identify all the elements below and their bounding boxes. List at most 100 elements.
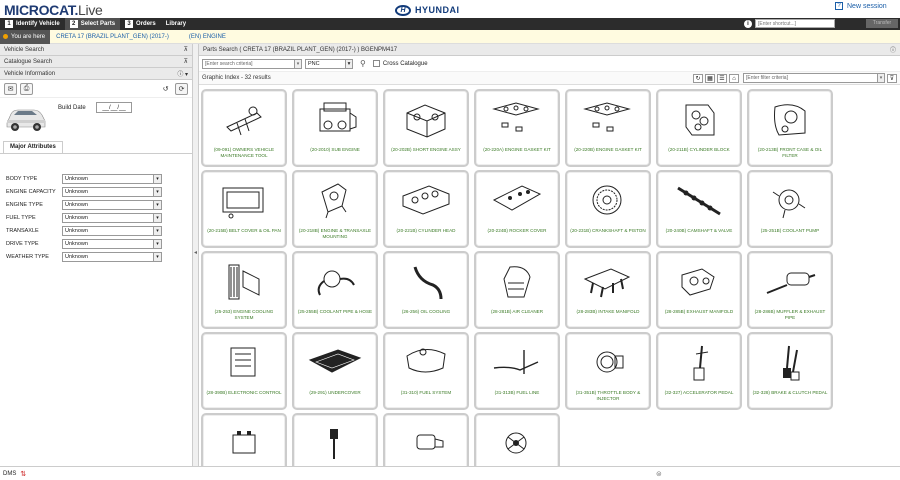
breadcrumb-section[interactable]: (EN) ENGINE bbox=[189, 34, 226, 40]
part-card[interactable]: (28-281B) AIR CLEANER bbox=[474, 251, 560, 329]
help-icon[interactable]: ? bbox=[835, 2, 843, 10]
transfer-button[interactable]: Transfer bbox=[866, 19, 898, 28]
filter-icon[interactable]: ⊽ bbox=[887, 73, 897, 83]
filter-input[interactable]: [Enter filter criteria] ▾ bbox=[743, 73, 885, 83]
part-card[interactable]: (28-390B) ELECTRONIC CONTROL bbox=[201, 332, 287, 410]
breadcrumb-vehicle[interactable]: CRETA 17 (BRAZIL PLANT_GEN) (2017-) bbox=[56, 34, 169, 40]
cylinder-block-icon bbox=[685, 104, 715, 136]
vehicle-toolbar: ✉ ⎙ ↺ ⟳ bbox=[0, 80, 192, 98]
hyundai-logo-icon: H bbox=[395, 4, 411, 16]
part-card[interactable]: (31-310) FUEL SYSTEM bbox=[383, 332, 469, 410]
info-collapse-icon[interactable]: ⓘ ▾ bbox=[177, 69, 188, 78]
part-card[interactable]: (31-351B) THROTTLE BODY & INJECTOR bbox=[565, 332, 651, 410]
collapse-left-icon[interactable]: ◂ bbox=[194, 249, 197, 256]
info-icon[interactable]: ⓘ bbox=[890, 45, 896, 54]
part-card[interactable]: (20-2010) SUB ENGINE bbox=[292, 89, 378, 167]
oil-hose-icon bbox=[413, 266, 443, 300]
part-card-label: (25-253) ENGINE COOLING SYSTEM bbox=[214, 309, 274, 320]
part-card[interactable]: (28-283B) INTAKE MANIFOLD bbox=[565, 251, 651, 329]
part-card[interactable]: (20-218B) ENGINE & TRANSAXLE MOUNTING bbox=[292, 170, 378, 248]
engine-icon bbox=[319, 102, 357, 132]
part-card[interactable]: (26-256) OIL COOLING bbox=[383, 251, 469, 329]
body-type-select[interactable]: Unknown ▾ bbox=[62, 173, 162, 184]
part-card[interactable]: (31-313B) FUEL LINE bbox=[474, 332, 560, 410]
engine-type-select[interactable]: Unknown ▾ bbox=[62, 199, 162, 210]
collapse-icon[interactable]: ⊼ bbox=[184, 46, 188, 53]
part-card[interactable]: (09-091) OWNERS VEHICLE MAINTENANCE TOOL bbox=[201, 89, 287, 167]
tab-select-parts[interactable]: 2 Select Parts bbox=[64, 18, 121, 30]
transaxle-select[interactable]: Unknown ▾ bbox=[62, 225, 162, 236]
part-card[interactable]: (20-215B) BELT COVER & OIL PAN bbox=[201, 170, 287, 248]
part-card-label: (20-224B) ROCKER COVER bbox=[487, 228, 547, 233]
cross-catalogue-checkbox[interactable] bbox=[372, 60, 380, 67]
vehicle-info: Build Date __/__/__ bbox=[0, 98, 192, 140]
breadcrumb: You are here CRETA 17 (BRAZIL PLANT_GEN)… bbox=[0, 29, 900, 44]
tab-library[interactable]: Library bbox=[161, 18, 191, 30]
part-card[interactable] bbox=[201, 413, 287, 466]
fuel-tank-icon bbox=[406, 348, 446, 373]
part-card[interactable]: (20-231B) CRANKSHAFT & PISTON bbox=[565, 170, 651, 248]
refresh-icon[interactable]: ↻ bbox=[693, 73, 703, 83]
weather-type-select[interactable]: Unknown ▾ bbox=[62, 251, 162, 262]
part-card[interactable]: (20-213B) FRONT CASE & OIL FILTER bbox=[747, 89, 833, 167]
part-card[interactable]: (25-251B) COOLANT PUMP bbox=[747, 170, 833, 248]
attribute-row: BODY TYPE Unknown ▾ bbox=[0, 172, 192, 185]
dropdown-arrow-icon: ▾ bbox=[153, 187, 161, 196]
build-date-input[interactable]: __/__/__ bbox=[96, 102, 132, 113]
search-bar: [Enter search criteria] ▾ PNC ▾ ⚲ Cross Ca… bbox=[199, 56, 900, 72]
exhaust-manifold-icon bbox=[681, 268, 715, 296]
results-count: Graphic Index - 32 results bbox=[202, 75, 271, 81]
search-input[interactable]: [Enter search criteria] ▾ bbox=[202, 58, 302, 69]
part-card[interactable]: (32-328) BRAKE & CLUTCH PEDAL bbox=[747, 332, 833, 410]
tab-major-attributes[interactable]: Major Attributes bbox=[3, 141, 63, 153]
part-card[interactable]: (20-202B) SHORT ENGINE ASSY bbox=[383, 89, 469, 167]
part-card-label: (20-202B) SHORT ENGINE ASSY bbox=[391, 147, 461, 152]
collapse-icon[interactable]: ⊼ bbox=[184, 58, 188, 65]
tab-identify-vehicle[interactable]: 1 Identify Vehicle bbox=[0, 18, 65, 30]
refresh-button[interactable]: ⟳ bbox=[175, 82, 188, 95]
email-button[interactable]: ✉ bbox=[4, 82, 17, 95]
coolant-pump-icon bbox=[772, 189, 806, 219]
tab-orders[interactable]: 3 Orders bbox=[120, 18, 161, 30]
vehicle-search-header[interactable]: Vehicle Search ⊼ bbox=[0, 44, 192, 56]
shortcut-input[interactable] bbox=[755, 19, 835, 28]
vehicle-information-header[interactable]: Vehicle Information ⓘ ▾ bbox=[0, 68, 192, 80]
engine-capacity-select[interactable]: Unknown ▾ bbox=[62, 186, 162, 197]
undo-icon: ↺ bbox=[162, 85, 169, 93]
dropdown-arrow-icon: ▾ bbox=[877, 74, 884, 82]
part-card[interactable]: (20-240B) CAMSHAFT & VALVE bbox=[656, 170, 742, 248]
camshaft-icon bbox=[677, 186, 721, 216]
drive-type-select[interactable]: Unknown ▾ bbox=[62, 238, 162, 249]
part-card-label: (28-390B) ELECTRONIC CONTROL bbox=[206, 390, 282, 395]
home-icon[interactable]: ⌂ bbox=[729, 73, 739, 83]
part-card[interactable]: (20-211B) CYLINDER BLOCK bbox=[656, 89, 742, 167]
fuel-type-select[interactable]: Unknown ▾ bbox=[62, 212, 162, 223]
ignition-coil-icon bbox=[330, 429, 338, 459]
part-card[interactable]: (20-224B) ROCKER COVER bbox=[474, 170, 560, 248]
reset-button[interactable]: ↺ bbox=[159, 83, 172, 95]
transfer-arrows-icon[interactable]: ⇅ bbox=[20, 470, 26, 478]
print-button[interactable]: ⎙ bbox=[20, 82, 33, 95]
part-card[interactable]: (20-221B) CYLINDER HEAD bbox=[383, 170, 469, 248]
search-type-select[interactable]: PNC ▾ bbox=[305, 58, 353, 69]
part-card[interactable]: (25-253) ENGINE COOLING SYSTEM bbox=[201, 251, 287, 329]
grid-view-icon[interactable]: ▦ bbox=[705, 73, 715, 83]
part-card[interactable]: (25-255B) COOLANT PIPE & HOSE bbox=[292, 251, 378, 329]
part-card[interactable]: (29-291) UNDERCOVER bbox=[292, 332, 378, 410]
part-card[interactable]: (28-285B) EXHAUST MANIFOLD bbox=[656, 251, 742, 329]
part-card[interactable] bbox=[292, 413, 378, 466]
search-icon[interactable]: ⚲ bbox=[360, 59, 366, 68]
catalogue-search-header[interactable]: Catalogue Search ⊼ bbox=[0, 56, 192, 68]
main-panel: Parts Search ( CRETA 17 (BRAZIL PLANT_GE… bbox=[199, 44, 900, 466]
graphic-index-grid: (09-091) OWNERS VEHICLE MAINTENANCE TOOL… bbox=[199, 88, 900, 466]
list-view-icon[interactable]: ☰ bbox=[717, 73, 727, 83]
part-card[interactable] bbox=[383, 413, 469, 466]
crankshaft-icon bbox=[592, 185, 622, 215]
part-card[interactable]: (20-220B) ENGINE GASKET KIT bbox=[565, 89, 651, 167]
new-session-link[interactable]: New session bbox=[847, 3, 887, 10]
cylinder-head-icon bbox=[402, 185, 450, 215]
part-card[interactable]: (20-220A) ENGINE GASKET KIT bbox=[474, 89, 560, 167]
part-card[interactable]: (28-286B) MUFFLER & EXHAUST PIPE bbox=[747, 251, 833, 329]
part-card[interactable]: (32-327) ACCELERATOR PEDAL bbox=[656, 332, 742, 410]
part-card[interactable] bbox=[474, 413, 560, 466]
